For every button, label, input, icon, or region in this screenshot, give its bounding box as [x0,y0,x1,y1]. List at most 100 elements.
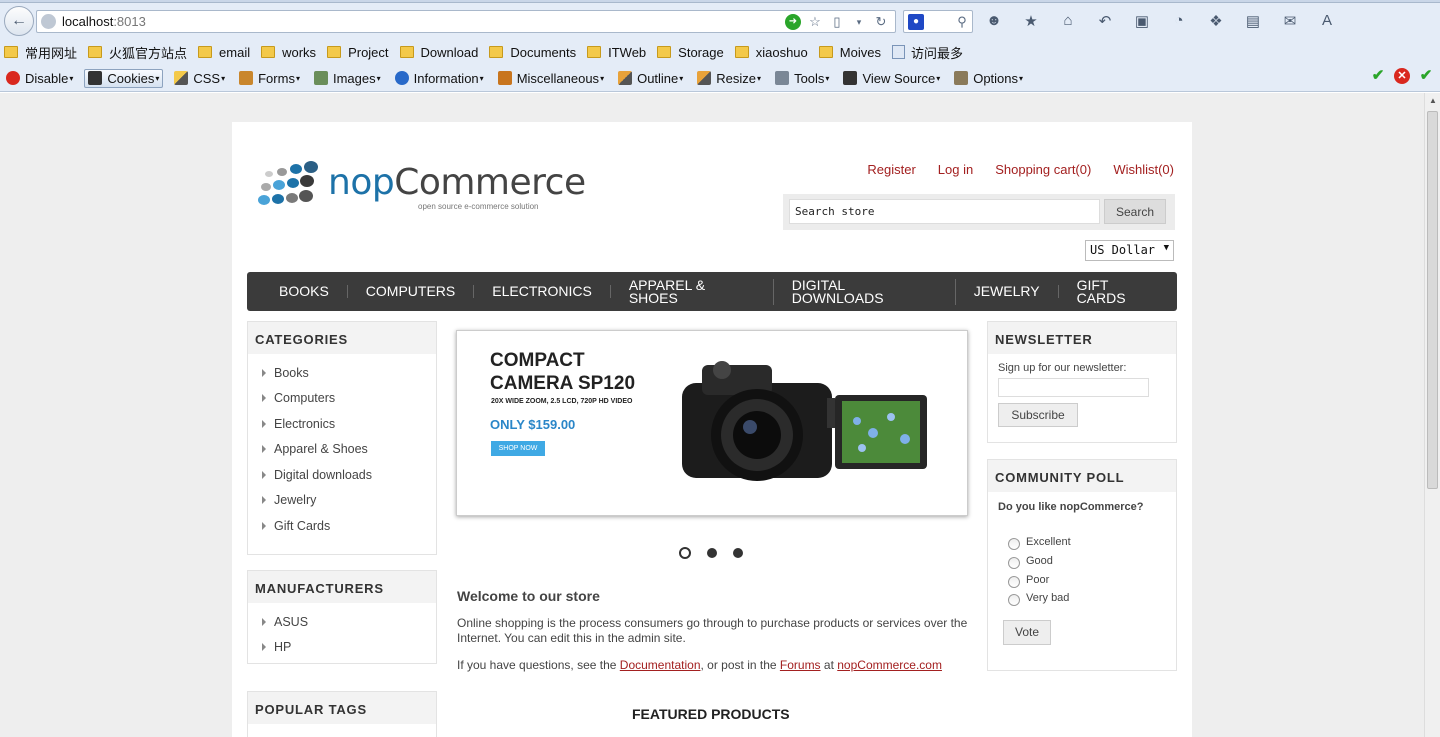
dev-tools-menu[interactable]: Tools ▾ [772,70,832,87]
menu-item-digital-downloads[interactable]: DIGITAL DOWNLOADS [774,278,956,305]
subscribe-button[interactable]: Subscribe [998,403,1078,427]
back-arrow-icon: ← [11,12,27,29]
forums-link[interactable]: Forums [780,658,821,672]
rainbow-icon[interactable]: ◔ [1170,12,1188,30]
poll-option[interactable]: Good [988,552,1176,571]
bookmark-folder[interactable]: Moives [818,45,881,60]
dev-options-menu[interactable]: Options ▾ [951,70,1026,87]
search-button[interactable]: Search [1104,199,1166,224]
manufacturer-item[interactable]: HP [262,635,436,661]
shop-now-button[interactable]: SHOP NOW [491,441,545,456]
menu-item-electronics[interactable]: ELECTRONICS [474,284,611,298]
dev-forms-menu[interactable]: Forms ▾ [236,70,303,87]
bookmark-folder[interactable]: ITWeb [587,45,646,60]
vote-button[interactable]: Vote [1003,619,1051,645]
disable-icon [6,71,20,85]
address-bar[interactable]: localhost:8013 ➜ ☆ ▯ ▾ ↻ [36,10,896,33]
dev-misc-menu[interactable]: Miscellaneous ▾ [495,70,607,87]
search-input[interactable]: Search store [789,199,1100,224]
vertical-scrollbar[interactable]: ▲ [1424,93,1440,737]
bookmark-folder[interactable]: Project [327,44,389,60]
slider-dot-active[interactable] [679,547,691,559]
slider-dot[interactable] [733,548,743,558]
check-icon[interactable]: ✔ [1418,68,1434,84]
dev-outline-menu[interactable]: Outline ▾ [615,70,686,87]
newsletter-email-input[interactable] [998,378,1149,397]
manufacturer-item[interactable]: ASUS [262,609,436,635]
category-item[interactable]: Apparel & Shoes [262,437,436,463]
radio-button[interactable] [1008,557,1020,570]
currency-select[interactable]: US Dollar ▼ [1085,240,1174,261]
bookmark-folder[interactable]: Download [399,45,478,60]
home-slider[interactable]: COMPACT CAMERA SP120 20X WIDE ZOOM, 2.5 L… [456,330,968,516]
bookmark-most-visited[interactable]: 访问最多 [891,43,963,62]
bookmark-label: Project [348,44,389,60]
login-link[interactable]: Log in [938,162,973,177]
bookmark-folder[interactable]: xiaoshuo [734,45,808,60]
dev-resize-menu[interactable]: Resize ▾ [694,70,764,87]
dev-css-menu[interactable]: CSS ▾ [171,70,228,87]
dev-cookies-menu[interactable]: Cookies ▾ [84,68,164,88]
bookmark-folder[interactable]: works [261,45,316,60]
ruler-icon[interactable]: ▤ [1244,12,1262,30]
category-item[interactable]: Computers [262,386,436,412]
mobile-icon[interactable]: ▯ [829,14,845,30]
search-magnifier-icon[interactable]: ⚲ [954,14,970,30]
home-icon[interactable]: ⌂ [1059,12,1077,30]
nopcommerce-site-link[interactable]: nopCommerce.com [837,658,942,672]
dev-disable-menu[interactable]: Disable ▾ [3,70,76,87]
category-item[interactable]: Electronics [262,411,436,437]
wishlist-link[interactable]: Wishlist(0) [1113,162,1174,177]
radio-button[interactable] [1008,538,1020,551]
error-icon[interactable]: ✕ [1394,68,1410,84]
menu-item-apparel-shoes[interactable]: APPAREL & SHOES [611,278,774,305]
dev-view-source-menu[interactable]: View Source ▾ [840,70,943,87]
category-item[interactable]: Digital downloads [262,462,436,488]
dropdown-icon[interactable]: ▾ [851,14,867,30]
menu-item-gift-cards[interactable]: GIFT CARDS [1059,278,1177,305]
poll-option[interactable]: Very bad [988,589,1176,608]
dev-label: Disable [25,70,69,86]
help-text-part: If you have questions, see the [457,658,620,672]
menu-item-jewelry[interactable]: JEWELRY [956,284,1059,298]
menu-item-books[interactable]: BOOKS [261,284,348,298]
font-icon[interactable]: A [1318,12,1336,30]
back-button[interactable]: ← [4,6,34,36]
bookmark-folder[interactable]: 常用网址 [4,43,77,62]
bookmark-star-icon[interactable]: ☆ [807,14,823,30]
dev-information-menu[interactable]: Information ▾ [392,70,487,87]
scroll-up-arrow-icon[interactable]: ▲ [1425,93,1440,109]
shopping-cart-link[interactable]: Shopping cart(0) [995,162,1091,177]
addon-face-icon[interactable]: ☻ [985,12,1003,30]
chat-icon[interactable]: ✉ [1281,12,1299,30]
bookmark-folder[interactable]: Storage [657,45,724,60]
bookmark-folder[interactable]: Documents [489,45,576,60]
undo-icon[interactable]: ↶ [1096,12,1114,30]
pencil-icon [618,71,633,85]
category-item[interactable]: Gift Cards [262,513,436,539]
radio-button[interactable] [1008,594,1020,607]
scrollbar-thumb[interactable] [1427,111,1438,489]
menu-item-computers[interactable]: COMPUTERS [348,284,475,298]
radio-button[interactable] [1008,575,1020,588]
category-item[interactable]: Books [262,360,436,386]
check-icon[interactable]: ✔ [1370,68,1386,84]
store-logo[interactable]: nopCommerce open source e-commerce solut… [254,158,586,211]
go-icon[interactable]: ➜ [785,14,801,30]
register-link[interactable]: Register [867,162,915,177]
bookmark-folder[interactable]: 火狐官方站点 [88,43,187,62]
poll-option[interactable]: Poor [988,570,1176,589]
dev-images-menu[interactable]: Images ▾ [311,70,384,87]
slider-dot[interactable] [707,548,717,558]
bookmark-folder[interactable]: email [198,45,250,60]
poll-option[interactable]: Excellent [988,533,1176,552]
reload-icon[interactable]: ↻ [873,14,889,30]
folder-icon [489,46,504,58]
mouse-gesture-icon[interactable]: ❖ [1207,12,1225,30]
crop-icon[interactable]: ▣ [1133,12,1151,30]
search-engine-box[interactable]: ● ⚲ [903,10,973,33]
documentation-link[interactable]: Documentation [620,658,701,672]
bookmarks-menu-icon[interactable]: ★ [1022,12,1040,30]
category-item[interactable]: Jewelry [262,488,436,514]
header-links: Register Log in Shopping cart(0) Wishlis… [867,162,1174,177]
